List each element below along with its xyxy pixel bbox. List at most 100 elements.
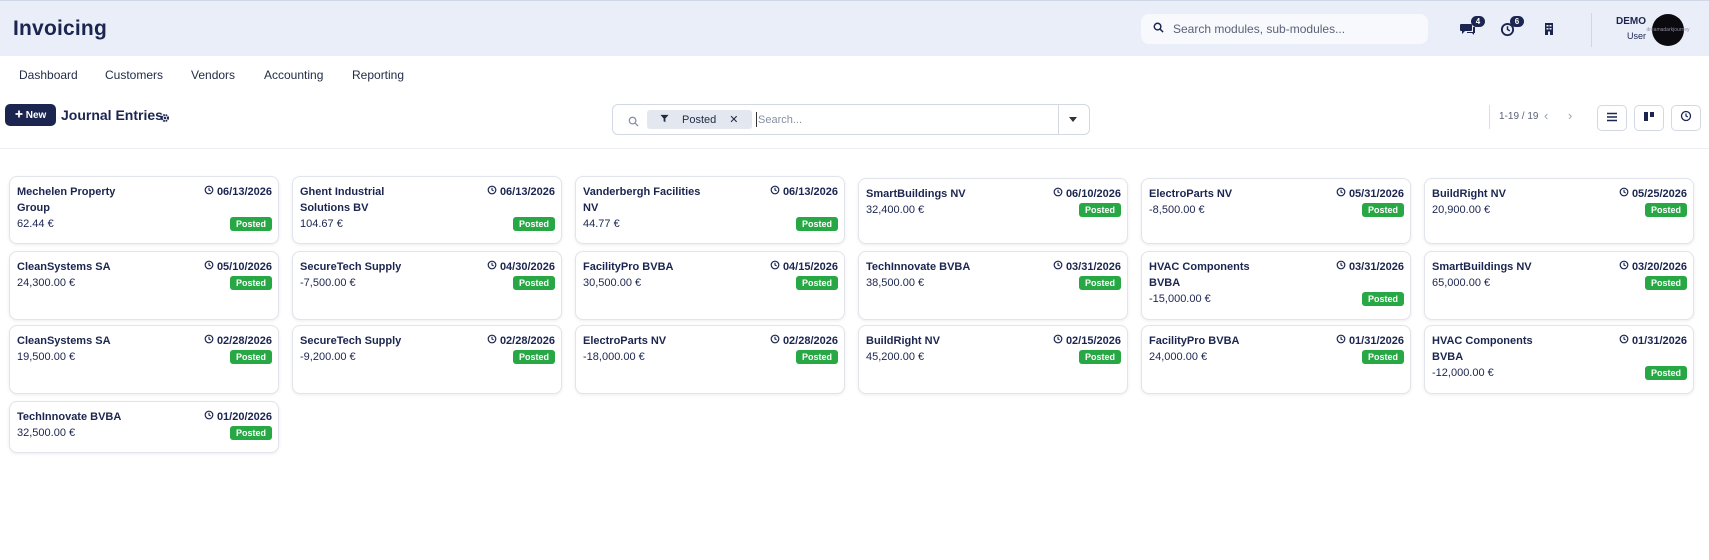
user-name: DEMO	[1616, 16, 1646, 27]
clock-icon	[204, 333, 214, 349]
nav-accounting[interactable]: Accounting	[264, 68, 323, 82]
status-badge: Posted	[229, 426, 272, 440]
nav-vendors[interactable]: Vendors	[191, 68, 235, 82]
journal-entry-card[interactable]: HVAC Components BVBA 03/31/2026 -15,000.00…	[1141, 251, 1411, 320]
card-partner-name: SecureTech Supply	[300, 261, 402, 273]
card-date: 06/13/2026	[487, 184, 555, 200]
kanban-grid: Mechelen Property Group 06/13/2026 62.44 €…	[9, 176, 1699, 456]
chevron-down-icon[interactable]	[1069, 117, 1077, 122]
card-date: 03/31/2026	[1053, 259, 1121, 275]
status-badge: Posted	[1361, 203, 1404, 217]
journal-entry-card[interactable]: CleanSystems SA 02/28/2026 19,500.00 € Post…	[9, 325, 279, 394]
journal-entry-card[interactable]: Ghent Industrial Solutions BV 06/13/2026 1…	[292, 176, 562, 244]
list-view-button[interactable]	[1597, 105, 1627, 131]
journal-entry-card[interactable]: SmartBuildings NV 03/20/2026 65,000.00 € Po…	[1424, 251, 1694, 320]
clock-icon	[1336, 333, 1346, 349]
card-partner-name: SmartBuildings NV	[866, 188, 966, 200]
chevron-right-icon[interactable]: ›	[1568, 108, 1572, 123]
clock-icon	[204, 259, 214, 275]
chevron-left-icon[interactable]: ‹	[1544, 108, 1548, 123]
card-partner-name: TechInnovate BVBA	[17, 411, 122, 423]
card-date: 03/31/2026	[1336, 259, 1404, 275]
status-badge: Posted	[1644, 276, 1687, 290]
nav-dashboard[interactable]: Dashboard	[19, 68, 78, 82]
nav-reporting[interactable]: Reporting	[352, 68, 404, 82]
text-cursor	[756, 112, 757, 127]
journal-entry-card[interactable]: Mechelen Property Group 06/13/2026 62.44 €…	[9, 176, 279, 244]
clock-icon	[487, 184, 497, 200]
card-date: 06/13/2026	[770, 184, 838, 200]
journal-entry-card[interactable]: BuildRight NV 05/25/2026 20,900.00 € Posted	[1424, 178, 1694, 244]
activity-clock-icon[interactable]: 6	[1497, 16, 1524, 38]
nav-customers[interactable]: Customers	[105, 68, 163, 82]
user-role: User	[1626, 31, 1646, 41]
card-date-text: 03/20/2026	[1631, 261, 1687, 273]
journal-entry-card[interactable]: Vanderbergh Facilities NV 06/13/2026 44.77…	[575, 176, 845, 244]
journal-entry-card[interactable]: HVAC Components BVBA 01/31/2026 -12,000.00…	[1424, 325, 1694, 394]
gear-icon[interactable]	[160, 110, 170, 122]
clock-icon	[770, 333, 780, 349]
filter-icon	[660, 114, 669, 126]
journal-entry-card[interactable]: SecureTech Supply 04/30/2026 -7,500.00 € Po…	[292, 251, 562, 320]
status-badge: Posted	[1644, 203, 1687, 217]
card-date-text: 03/31/2026	[1348, 261, 1404, 273]
journal-entry-card[interactable]: TechInnovate BVBA 01/20/2026 32,500.00 € Po…	[9, 401, 279, 453]
building-icon[interactable]	[1539, 20, 1559, 38]
search-input[interactable]	[758, 111, 1008, 129]
card-date: 05/10/2026	[204, 259, 272, 275]
card-date-text: 05/10/2026	[216, 261, 272, 273]
journal-entry-card[interactable]: SmartBuildings NV 06/10/2026 32,400.00 € Po…	[858, 178, 1128, 244]
card-amount: 104.67 €	[300, 218, 343, 230]
top-header: Invoicing Search modules, sub-modules...…	[0, 0, 1709, 56]
journal-entry-card[interactable]: BuildRight NV 02/15/2026 45,200.00 € Posted	[858, 325, 1128, 394]
card-date-text: 03/31/2026	[1065, 261, 1121, 273]
clock-icon	[1619, 333, 1629, 349]
card-date-text: 01/31/2026	[1631, 335, 1687, 347]
clock-icon	[1619, 186, 1629, 202]
journal-entry-card[interactable]: CleanSystems SA 05/10/2026 24,300.00 € Post…	[9, 251, 279, 320]
header-divider	[1591, 13, 1592, 47]
journal-entry-card[interactable]: TechInnovate BVBA 03/31/2026 38,500.00 € Po…	[858, 251, 1128, 320]
pager-divider	[1489, 105, 1490, 129]
card-partner-name: CleanSystems SA	[17, 335, 111, 347]
kanban-view-button[interactable]	[1634, 105, 1664, 131]
global-search[interactable]: Search modules, sub-modules...	[1141, 14, 1428, 44]
journal-entry-card[interactable]: SecureTech Supply 02/28/2026 -9,200.00 € Po…	[292, 325, 562, 394]
card-date-text: 02/28/2026	[216, 335, 272, 347]
card-partner-name: ElectroParts NV	[583, 335, 667, 347]
status-badge: Posted	[229, 350, 272, 364]
status-badge: Posted	[795, 217, 838, 231]
chat-icon[interactable]: 4	[1458, 16, 1485, 38]
avatar-logo-text: dreamadarkjourney	[1646, 27, 1690, 33]
page-title: Journal Entries	[61, 107, 163, 123]
journal-entry-card[interactable]: FacilityPro BVBA 04/15/2026 30,500.00 € Pos…	[575, 251, 845, 320]
status-badge: Posted	[512, 350, 555, 364]
journal-entry-card[interactable]: FacilityPro BVBA 01/31/2026 24,000.00 € Pos…	[1141, 325, 1411, 394]
card-date-text: 04/30/2026	[499, 261, 555, 273]
card-partner-name: SmartBuildings NV	[1432, 261, 1532, 273]
clock-icon	[1336, 259, 1346, 275]
remove-filter-icon[interactable]: ✕	[729, 113, 738, 126]
clock-icon	[204, 184, 214, 200]
status-badge: Posted	[229, 276, 272, 290]
new-button-label: New	[25, 109, 47, 121]
card-date-text: 05/25/2026	[1631, 188, 1687, 200]
journal-entry-card[interactable]: ElectroParts NV 05/31/2026 -8,500.00 € Post…	[1141, 178, 1411, 244]
card-amount: 45,200.00 €	[866, 351, 925, 363]
card-amount: -15,000.00 €	[1149, 293, 1211, 305]
pager-range[interactable]: 1-19 / 19	[1499, 111, 1538, 122]
card-date-text: 02/15/2026	[1065, 335, 1121, 347]
journal-entry-card[interactable]: ElectroParts NV 02/28/2026 -18,000.00 € Pos…	[575, 325, 845, 394]
card-amount: -8,500.00 €	[1149, 204, 1205, 216]
card-date: 04/15/2026	[770, 259, 838, 275]
new-button[interactable]: New	[5, 104, 56, 126]
card-date-text: 06/13/2026	[216, 186, 272, 198]
card-partner-name: FacilityPro BVBA	[583, 261, 674, 273]
card-amount: 32,400.00 €	[866, 204, 925, 216]
search-icon	[1153, 20, 1164, 38]
avatar[interactable]: dreamadarkjourney	[1646, 14, 1690, 46]
card-date-text: 06/10/2026	[1065, 188, 1121, 200]
activity-view-button[interactable]	[1671, 105, 1701, 131]
status-badge: Posted	[229, 217, 272, 231]
card-date-text: 06/13/2026	[782, 186, 838, 198]
